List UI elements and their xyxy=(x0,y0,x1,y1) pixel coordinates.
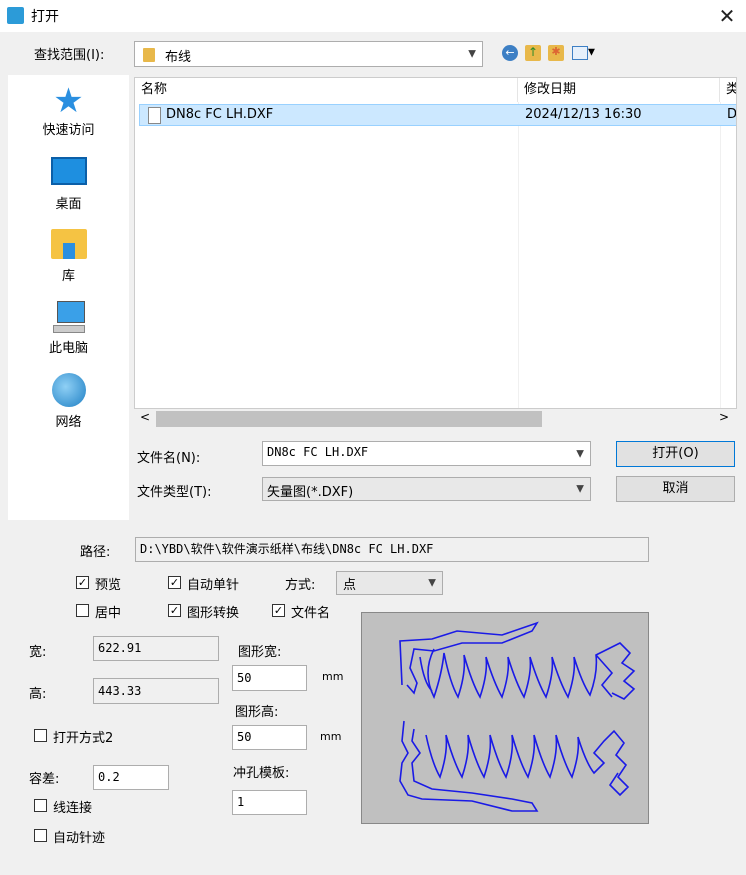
place-quick-access[interactable]: ★ 快速访问 xyxy=(8,83,129,138)
horizontal-scrollbar[interactable]: < > xyxy=(134,409,737,429)
file-list[interactable]: 名称 ⌃ 修改日期 类 DN8c FC LH.DXF 2024/12/13 16… xyxy=(134,77,737,409)
lookin-value: 布线 xyxy=(165,50,192,65)
up-folder-icon[interactable]: ↑ xyxy=(525,45,541,61)
place-label: 网络 xyxy=(55,415,82,430)
filename-value: DN8c FC LH.DXF xyxy=(267,445,369,459)
filetype-combo[interactable]: 矢量图(*.DXF) ▼ xyxy=(262,477,591,501)
auto-trace-checkbox[interactable] xyxy=(34,829,47,842)
place-label: 桌面 xyxy=(55,197,82,212)
place-label: 库 xyxy=(61,269,75,284)
file-name-label: 文件名 xyxy=(291,606,331,621)
sort-indicator-icon: ⌃ xyxy=(321,77,329,84)
preview-checkbox[interactable]: ✓ xyxy=(76,576,89,589)
back-icon[interactable]: ← xyxy=(502,45,518,61)
unit-mm-1: mm xyxy=(322,670,344,683)
height-label: 高: xyxy=(29,687,47,702)
chevron-down-icon: ▼ xyxy=(576,448,584,459)
width-label: 宽: xyxy=(29,645,47,660)
view-menu-icon[interactable]: ▼ xyxy=(572,45,598,61)
mode-label: 方式: xyxy=(285,578,316,593)
open-mode2-label: 打开方式2 xyxy=(53,731,114,746)
punch-label: 冲孔模板: xyxy=(233,766,290,781)
place-desktop[interactable]: 桌面 xyxy=(8,157,129,212)
open-button[interactable]: 打开(O) xyxy=(616,441,735,467)
preview-upper-shape xyxy=(399,621,636,700)
preview-label: 预览 xyxy=(95,578,122,593)
width-field: 622.91 xyxy=(93,636,219,661)
column-header-date[interactable]: 修改日期 xyxy=(518,78,720,102)
open-mode2-checkbox[interactable] xyxy=(34,729,47,742)
scroll-thumb[interactable] xyxy=(156,411,542,427)
library-icon xyxy=(50,229,87,259)
file-row[interactable]: DN8c FC LH.DXF 2024/12/13 16:30 D xyxy=(139,104,737,126)
shape-convert-label: 图形转换 xyxy=(187,606,240,621)
place-library[interactable]: 库 xyxy=(8,229,129,284)
tolerance-input[interactable]: 0.2 xyxy=(93,765,169,790)
center-checkbox[interactable] xyxy=(76,604,89,617)
shape-convert-checkbox[interactable]: ✓ xyxy=(168,604,181,617)
filename-combo[interactable]: DN8c FC LH.DXF ▼ xyxy=(262,441,591,466)
column-header-type[interactable]: 类 xyxy=(720,78,736,102)
mode-value: 点 xyxy=(343,578,357,593)
title-bar: 打开 ✕ xyxy=(0,0,746,32)
chevron-down-icon: ▼ xyxy=(576,483,584,495)
computer-icon xyxy=(51,301,87,333)
file-name: DN8c FC LH.DXF xyxy=(166,107,274,122)
dxf-preview xyxy=(361,612,649,824)
chevron-down-icon: ▼ xyxy=(428,577,436,589)
filename-label: 文件名(N): xyxy=(137,451,201,466)
places-bar: ★ 快速访问 桌面 库 此电脑 网络 xyxy=(8,75,129,520)
line-connect-checkbox[interactable] xyxy=(34,799,47,812)
unit-mm-2: mm xyxy=(320,730,342,743)
lookin-label: 查找范围(I): xyxy=(34,48,105,63)
path-field[interactable]: D:\YBD\软件\软件演示纸样\布线\DN8c FC LH.DXF xyxy=(135,537,649,562)
file-date: 2024/12/13 16:30 xyxy=(525,107,642,122)
preview-lower-shape xyxy=(399,720,630,812)
line-connect-label: 线连接 xyxy=(53,801,93,816)
mode-select[interactable]: 点 ▼ xyxy=(336,571,443,595)
auto-trace-label: 自动针迹 xyxy=(53,831,106,846)
file-name-checkbox[interactable]: ✓ xyxy=(272,604,285,617)
scroll-right-icon[interactable]: > xyxy=(719,410,729,424)
path-label: 路径: xyxy=(80,545,111,560)
file-type: D xyxy=(727,107,737,122)
close-button[interactable]: ✕ xyxy=(708,0,746,32)
new-folder-icon[interactable]: ✱ xyxy=(548,45,564,61)
shape-height-label: 图形高: xyxy=(235,705,279,720)
lookin-combo[interactable]: 布线 ▼ xyxy=(134,41,483,67)
place-this-pc[interactable]: 此电脑 xyxy=(8,301,129,356)
height-field: 443.33 xyxy=(93,678,219,704)
auto-single-label: 自动单针 xyxy=(187,578,240,593)
place-label: 此电脑 xyxy=(48,341,88,356)
file-icon xyxy=(148,107,161,124)
auto-single-checkbox[interactable]: ✓ xyxy=(168,576,181,589)
shape-height-input[interactable]: 50 xyxy=(232,725,307,750)
desktop-icon xyxy=(50,157,87,185)
window-title: 打开 xyxy=(31,9,59,25)
network-icon xyxy=(51,373,86,407)
app-icon xyxy=(7,7,24,24)
punch-input[interactable]: 1 xyxy=(232,790,307,815)
star-icon: ★ xyxy=(53,81,84,121)
filetype-label: 文件类型(T): xyxy=(137,485,212,500)
tolerance-label: 容差: xyxy=(29,772,60,787)
chevron-down-icon: ▼ xyxy=(468,48,476,60)
preview-drawing xyxy=(399,621,636,812)
place-label: 快速访问 xyxy=(42,123,95,138)
place-network[interactable]: 网络 xyxy=(8,373,129,430)
scroll-left-icon[interactable]: < xyxy=(140,410,150,424)
shape-width-input[interactable]: 50 xyxy=(232,665,307,691)
cancel-button[interactable]: 取消 xyxy=(616,476,735,502)
folder-icon xyxy=(143,48,155,62)
shape-width-label: 图形宽: xyxy=(238,645,282,660)
filetype-value: 矢量图(*.DXF) xyxy=(267,485,354,500)
center-label: 居中 xyxy=(95,606,122,621)
